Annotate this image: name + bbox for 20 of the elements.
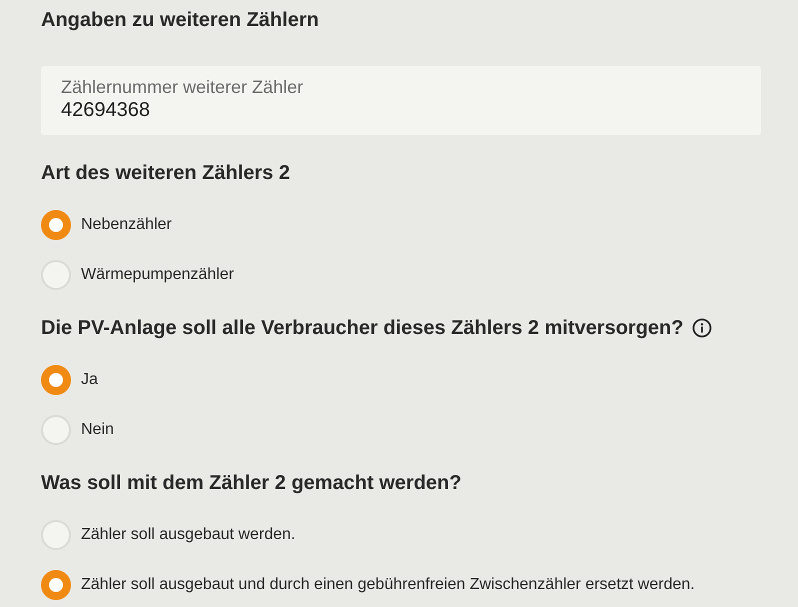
- radio-button[interactable]: [41, 210, 71, 240]
- radio-option[interactable]: Ja: [41, 365, 98, 395]
- radio-option[interactable]: Wärmepumpenzähler: [41, 260, 234, 290]
- radio-button[interactable]: [41, 570, 71, 600]
- info-icon[interactable]: [692, 318, 712, 338]
- radio-button[interactable]: [41, 415, 71, 445]
- question-heading: Was soll mit dem Zähler 2 gemacht werden?: [41, 471, 462, 495]
- meter-number-input[interactable]: 42694368: [61, 98, 741, 122]
- field-label: Zählernummer weiterer Zähler: [61, 76, 304, 98]
- radio-option[interactable]: Nein: [41, 415, 114, 445]
- section-title: Angaben zu weiteren Zählern: [41, 8, 320, 32]
- radio-button[interactable]: [41, 520, 71, 550]
- question-heading: Die PV-Anlage soll alle Verbraucher dieses Zählers 2 mitversorgen?: [41, 316, 684, 340]
- question-heading: Art des weiteren Zählers 2: [41, 161, 290, 185]
- radio-button[interactable]: [41, 260, 71, 290]
- radio-option[interactable]: Zähler soll ausgebaut und durch einen gebührenfreien Zwischenzähler ersetzt werden.: [41, 570, 695, 600]
- radio-option[interactable]: Zähler soll ausgebaut werden.: [41, 520, 296, 550]
- meter-number-field[interactable]: Zählernummer weiterer Zähler 42694368: [41, 66, 761, 135]
- radio-button[interactable]: [41, 365, 71, 395]
- radio-option[interactable]: Nebenzähler: [41, 210, 172, 240]
